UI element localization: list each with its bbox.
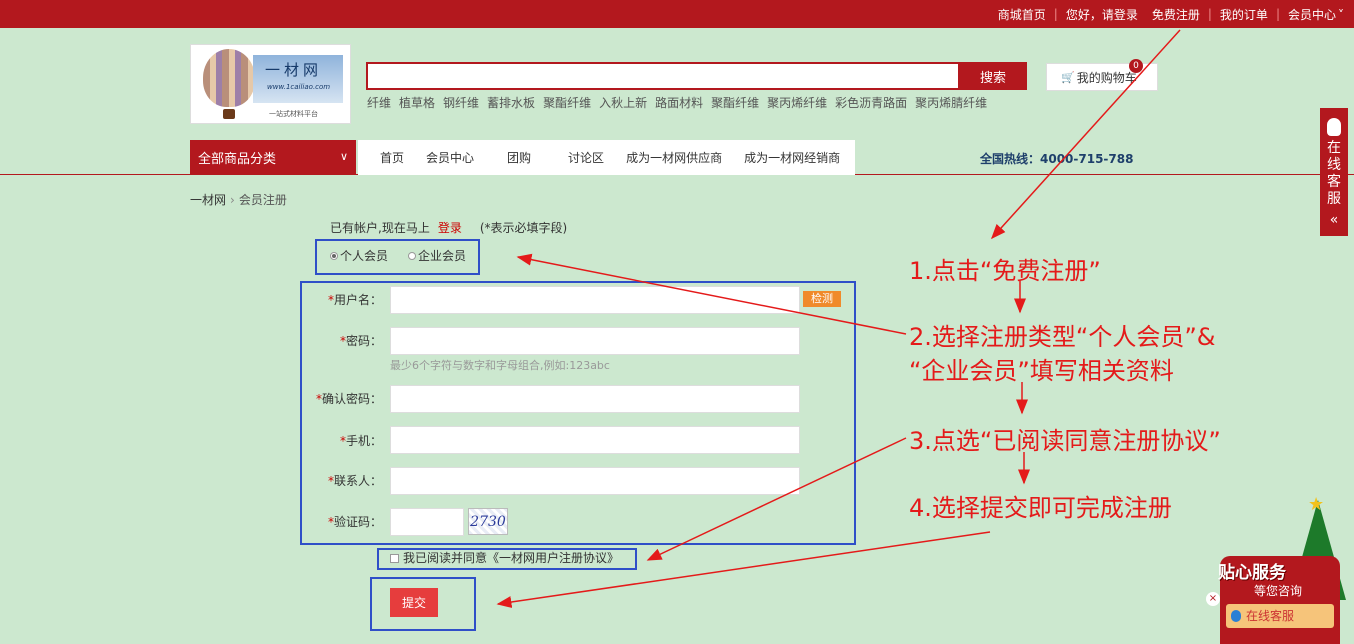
balloon-icon bbox=[203, 49, 255, 107]
divider: | bbox=[1053, 7, 1058, 21]
main-nav: 首页 会员中心 团购 讨论区 成为一材网供应商 成为一材网经销商 bbox=[358, 140, 855, 175]
nav-item-forum[interactable]: 讨论区 bbox=[531, 149, 604, 166]
cart-count-badge: 0 bbox=[1129, 59, 1143, 73]
service-title: 贴心服务 bbox=[1218, 563, 1286, 583]
qq-icon bbox=[1327, 118, 1341, 136]
required-note: (*表示必填字段) bbox=[479, 221, 568, 235]
close-icon[interactable]: × bbox=[1206, 592, 1220, 606]
annotation-step2a: 2.选择注册类型“个人会员”& bbox=[909, 323, 1216, 351]
online-service-label: 在线客服 bbox=[1246, 609, 1295, 623]
logo-url: www.1cailiao.com bbox=[267, 83, 331, 91]
hot-keyword[interactable]: 聚酯纤维 bbox=[543, 94, 591, 111]
password-label: *密码： bbox=[340, 334, 383, 348]
agreement-text: 我已阅读并同意《一材网用户注册协议》 bbox=[403, 551, 620, 565]
radio-enterprise[interactable]: 企业会员 bbox=[408, 247, 466, 264]
search-button[interactable]: 搜索 bbox=[959, 62, 1027, 90]
radio-personal-label: 个人会员 bbox=[340, 249, 389, 263]
hot-keyword[interactable]: 植草格 bbox=[399, 94, 435, 111]
agreement-checkbox[interactable]: 我已阅读并同意《一材网用户注册协议》 bbox=[390, 549, 619, 566]
chevron-right-icon: › bbox=[230, 193, 235, 207]
category-menu[interactable]: 全部商品分类 ∨ bbox=[190, 140, 356, 175]
phone-input[interactable] bbox=[390, 426, 800, 454]
password-hint: 最少6个字符与数字和字母组合,例如:123abc bbox=[390, 359, 610, 372]
cart-button[interactable]: 🛒 我的购物车 0 bbox=[1046, 59, 1158, 91]
nav-item-home[interactable]: 首页 bbox=[358, 149, 404, 166]
logo-slogan: 一站式材料平台 bbox=[269, 110, 318, 118]
service-widget: ★ 贴心服务 等您咨询 × 在线客服 bbox=[1200, 494, 1354, 644]
collapse-icon[interactable]: « bbox=[1320, 212, 1348, 228]
online-service-button[interactable]: 在线客服 bbox=[1226, 604, 1334, 628]
service-subtitle: 等您咨询 bbox=[1254, 584, 1303, 598]
hot-keyword[interactable]: 聚丙烯腈纤维 bbox=[915, 94, 987, 111]
have-account-row: 已有帐户,现在马上 登录 (*表示必填字段) bbox=[330, 219, 567, 236]
top-links: 商城首页 | 您好，请登录 免费注册 | 我的订单 | 会员中心 ˅ bbox=[994, 0, 1348, 28]
radio-personal[interactable]: 个人会员 bbox=[330, 247, 388, 264]
phone-label: *手机： bbox=[340, 434, 383, 448]
annotation-step3: 3.点选“已阅读同意注册协议” bbox=[909, 427, 1221, 455]
register-link[interactable]: 免费注册 bbox=[1142, 6, 1204, 23]
contact-input[interactable] bbox=[390, 467, 800, 495]
divider: | bbox=[1207, 7, 1212, 21]
password-input[interactable] bbox=[390, 327, 800, 355]
username-input[interactable] bbox=[390, 286, 800, 314]
annotation-step2b: “企业会员”填写相关资料 bbox=[909, 357, 1174, 385]
hot-keyword[interactable]: 路面材料 bbox=[655, 94, 703, 111]
side-service-label: 在线客服 bbox=[1327, 140, 1341, 207]
submit-button[interactable]: 提交 bbox=[390, 588, 438, 617]
contact-label: *联系人： bbox=[328, 474, 383, 488]
radio-enterprise-label: 企业会员 bbox=[418, 249, 467, 263]
hot-keyword[interactable]: 聚丙烯纤维 bbox=[767, 94, 827, 111]
hot-keyword[interactable]: 聚酯纤维 bbox=[711, 94, 759, 111]
mall-home-link[interactable]: 商城首页 bbox=[994, 6, 1050, 23]
captcha-label: *验证码： bbox=[328, 515, 383, 529]
breadcrumb-home[interactable]: 一材网 bbox=[190, 193, 226, 207]
check-username-button[interactable]: 检测 bbox=[803, 291, 841, 307]
hot-keywords: 纤维 植草格 钢纤维 蓄排水板 聚酯纤维 入秋上新 路面材料 聚酯纤维 聚丙烯纤… bbox=[367, 94, 987, 111]
divider: | bbox=[1275, 7, 1280, 21]
hot-keyword[interactable]: 纤维 bbox=[367, 94, 391, 111]
breadcrumb-current: 会员注册 bbox=[238, 193, 287, 207]
hotline: 全国热线：4000-715-788 bbox=[980, 152, 1134, 166]
chevron-down-icon: ˅ bbox=[1338, 7, 1344, 22]
my-orders-link[interactable]: 我的订单 bbox=[1216, 6, 1272, 23]
category-menu-label: 全部商品分类 bbox=[198, 152, 277, 167]
nav-item-supplier[interactable]: 成为一材网供应商 bbox=[604, 149, 722, 166]
nav-item-group-buy[interactable]: 团购 bbox=[474, 149, 531, 166]
qq-icon bbox=[1231, 610, 1241, 622]
annotation-step4: 4.选择提交即可完成注册 bbox=[909, 494, 1172, 522]
captcha-image[interactable]: 2730 bbox=[468, 508, 508, 535]
radio-checked-icon bbox=[330, 251, 338, 260]
confirm-password-label: *确认密码： bbox=[316, 392, 383, 406]
login-link-form[interactable]: 登录 bbox=[438, 221, 462, 235]
logo-name: 一材网 bbox=[265, 61, 323, 79]
breadcrumb: 一材网 › 会员注册 bbox=[190, 191, 287, 208]
search-input[interactable] bbox=[366, 62, 960, 90]
member-center-menu[interactable]: 会员中心 ˅ bbox=[1284, 6, 1348, 23]
hot-keyword[interactable]: 蓄排水板 bbox=[487, 94, 535, 111]
side-online-service[interactable]: 在线客服 « bbox=[1320, 108, 1348, 236]
captcha-input[interactable] bbox=[390, 508, 464, 536]
member-type-group: 个人会员 企业会员 bbox=[330, 247, 466, 264]
checkbox-icon bbox=[390, 554, 399, 563]
form-fields-highlight bbox=[300, 281, 856, 545]
balloon-basket bbox=[223, 109, 235, 119]
cart-icon: 🛒 bbox=[1061, 70, 1075, 84]
nav-item-dealer[interactable]: 成为一材网经销商 bbox=[722, 149, 840, 166]
top-bar: 商城首页 | 您好，请登录 免费注册 | 我的订单 | 会员中心 ˅ bbox=[0, 0, 1354, 28]
annotation-step1: 1.点击“免费注册” bbox=[909, 257, 1101, 285]
radio-unchecked-icon bbox=[408, 251, 417, 260]
nav-item-member-center[interactable]: 会员中心 bbox=[404, 149, 474, 166]
hot-keyword[interactable]: 入秋上新 bbox=[599, 94, 647, 111]
username-label: *用户名： bbox=[328, 293, 383, 307]
cart-label: 我的购物车 bbox=[1076, 70, 1137, 85]
site-logo[interactable]: 一材网 www.1cailiao.com 一站式材料平台 bbox=[190, 44, 351, 124]
confirm-password-input[interactable] bbox=[390, 385, 800, 413]
have-account-text: 已有帐户,现在马上 bbox=[330, 221, 430, 235]
member-center-label: 会员中心 bbox=[1287, 7, 1336, 22]
login-link[interactable]: 您好，请登录 bbox=[1062, 6, 1142, 23]
hot-keyword[interactable]: 彩色沥青路面 bbox=[835, 94, 907, 111]
hot-keyword[interactable]: 钢纤维 bbox=[443, 94, 479, 111]
star-icon: ★ bbox=[1308, 494, 1325, 515]
chevron-down-icon: ∨ bbox=[339, 150, 348, 163]
